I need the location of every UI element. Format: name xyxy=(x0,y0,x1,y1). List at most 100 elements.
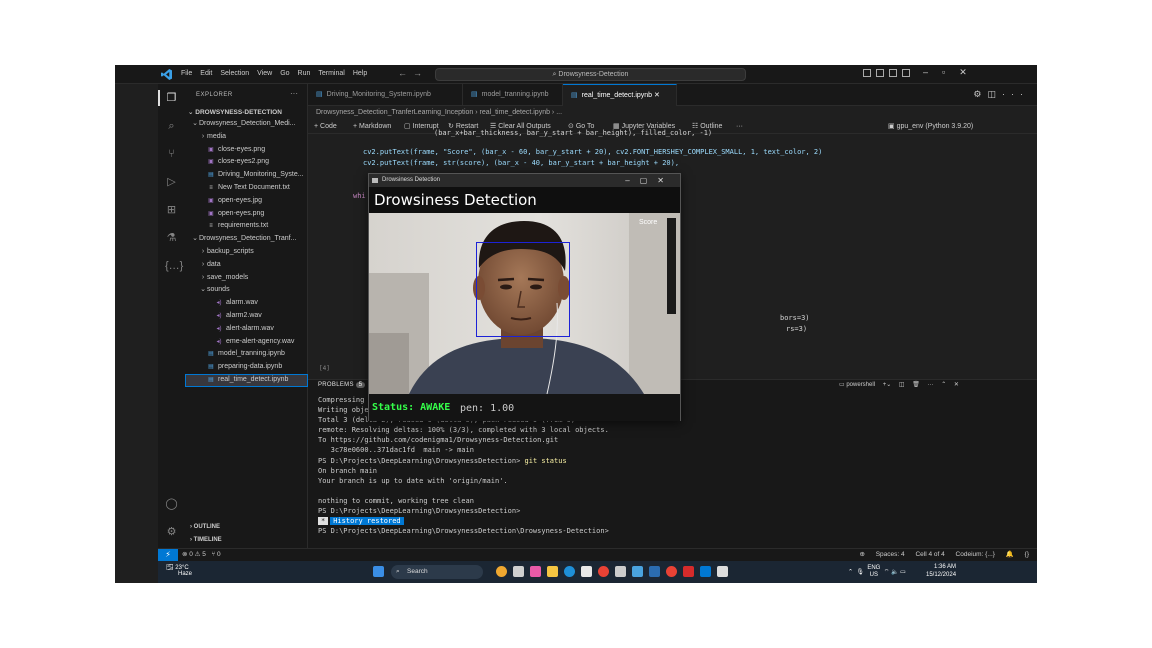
chrome-profile-icon[interactable] xyxy=(666,566,677,577)
maximize-panel-icon[interactable]: ⌃ xyxy=(941,381,946,388)
tree-item[interactable]: ▣ close-eyes.png xyxy=(185,144,308,157)
menu-item-run[interactable]: Run xyxy=(298,70,311,77)
codeium-icon[interactable]: {…} xyxy=(165,260,183,273)
opencv-window[interactable]: Drowsiness Detection –▢✕ Drowsiness Dete… xyxy=(368,173,681,421)
settings-gear-icon[interactable]: ⚙ xyxy=(973,89,987,99)
tab-close-icon[interactable]: ✕ xyxy=(654,92,660,99)
testing-icon[interactable]: ⚗ xyxy=(165,232,178,245)
weather-widget[interactable]: 🌫 23°C Haze xyxy=(166,564,192,577)
tree-item[interactable]: ▤ Driving_Monitoring_Syste... xyxy=(185,169,308,182)
tab-model-tranning[interactable]: ▤ model_tranning.ipynb xyxy=(463,84,563,106)
store-icon[interactable] xyxy=(581,566,592,577)
sidebar-toggle-icon[interactable] xyxy=(876,69,884,77)
indentation-status[interactable]: Spaces: 4 xyxy=(876,551,905,558)
settings-gear-icon[interactable]: ⚙ xyxy=(165,526,178,539)
zoom-icon[interactable]: ⊕ xyxy=(859,551,864,558)
notifications-icon[interactable]: 🔔 xyxy=(1006,551,1014,558)
brackets-icon[interactable]: {} xyxy=(1025,551,1029,558)
tab-driving-monitoring[interactable]: ▤ Driving_Monitoring_System.ipynb xyxy=(308,84,463,106)
chrome-icon[interactable] xyxy=(598,566,609,577)
codeium-status[interactable]: Codeium: {...} xyxy=(956,551,995,558)
tree-item[interactable]: ◂) alarm.wav xyxy=(185,297,308,310)
menu-item-edit[interactable]: Edit xyxy=(200,70,212,77)
new-terminal-icon[interactable]: +⌄ xyxy=(883,381,892,388)
start-icon[interactable] xyxy=(373,566,384,577)
menu-item-view[interactable]: View xyxy=(257,70,272,77)
tree-item[interactable]: ▤ real_time_detect.ipynb xyxy=(185,373,308,387)
file-explorer-icon[interactable] xyxy=(547,566,558,577)
account-icon[interactable]: ◯ xyxy=(165,498,178,511)
tree-item[interactable]: ⌄ Drowsyness_Detection_Tranf... xyxy=(185,233,308,246)
tree-item[interactable]: ◂) alarm2.wav xyxy=(185,310,308,323)
add-code-button[interactable]: + Code xyxy=(314,120,337,134)
panel-toggle-icon[interactable] xyxy=(889,69,897,77)
task-view-icon[interactable] xyxy=(513,566,524,577)
notepad-icon[interactable] xyxy=(615,566,626,577)
close-panel-icon[interactable]: ✕ xyxy=(954,381,959,388)
tree-item[interactable]: ▤ model_tranning.ipynb xyxy=(185,348,308,361)
tree-item[interactable]: › media xyxy=(185,131,308,144)
clock[interactable]: 1:36 AM 15/12/2024 xyxy=(926,563,956,579)
cv-title-bar[interactable]: Drowsiness Detection –▢✕ xyxy=(369,174,680,187)
terminal-prompt[interactable]: PS D:\Projects\DeepLearning\DrowsynessDe… xyxy=(318,526,609,536)
more-actions-icon[interactable]: ··· xyxy=(290,89,298,98)
kernel-picker[interactable]: ▣ gpu_env (Python 3.9.20) xyxy=(888,120,973,134)
wifi-icon[interactable]: ⌔ xyxy=(884,570,890,576)
more-actions-icon[interactable]: ··· xyxy=(1002,89,1029,99)
tree-item[interactable]: ⌄ sounds xyxy=(185,284,308,297)
opencv-taskbar-icon[interactable] xyxy=(717,566,728,577)
workspace-root[interactable]: ⌄ DROWSYNESS-DETECTION xyxy=(188,108,282,116)
menu-item-file[interactable]: File xyxy=(181,70,192,77)
more-icon[interactable]: ··· xyxy=(736,120,743,134)
extensions-icon[interactable]: ⊞ xyxy=(165,204,178,217)
close-icon[interactable]: ✕ xyxy=(959,67,967,78)
minimize-icon[interactable]: – xyxy=(923,67,928,78)
run-debug-icon[interactable]: ▷ xyxy=(165,176,178,189)
tree-item[interactable]: ≡ requirements.txt xyxy=(185,220,308,233)
tree-item[interactable]: ≡ New Text Document.txt xyxy=(185,182,308,195)
calculator-icon[interactable] xyxy=(632,566,643,577)
tree-item[interactable]: › backup_scripts xyxy=(185,246,308,259)
terminal-shell-selector[interactable]: ▭ powershell xyxy=(839,381,875,388)
taskbar-search[interactable]: ⌕ Search xyxy=(391,565,483,579)
command-center-search[interactable]: ⌕ Drowsyness-Detection xyxy=(435,68,746,81)
ports-status[interactable]: ⑂ 0 xyxy=(211,551,220,558)
tree-item[interactable]: ◂) eme-alert-agency.wav xyxy=(185,336,308,349)
battery-icon[interactable]: ▭ xyxy=(900,570,906,576)
timeline-section[interactable]: › TIMELINE xyxy=(190,537,222,543)
mic-icon[interactable]: 🎙 xyxy=(856,570,864,576)
word-icon[interactable] xyxy=(649,566,660,577)
tree-item[interactable]: › data xyxy=(185,259,308,272)
breadcrumb[interactable]: Drowsyness_Detection_TranferLearning_Inc… xyxy=(308,106,1037,120)
explorer-icon[interactable]: ❐ xyxy=(165,92,178,105)
tab-real-time-detect[interactable]: ▤ real_time_detect.ipynb ✕ xyxy=(563,84,677,106)
tray-arrow-icon[interactable]: ⌃ xyxy=(848,570,853,576)
cell-status[interactable]: Cell 4 of 4 xyxy=(915,551,944,558)
menu-item-help[interactable]: Help xyxy=(353,70,367,77)
kill-terminal-icon[interactable]: 🗑 xyxy=(912,381,920,388)
layout-toggle-icon[interactable] xyxy=(863,69,871,77)
search-icon[interactable]: ⌕ xyxy=(165,120,178,133)
menu-item-go[interactable]: Go xyxy=(280,70,289,77)
split-editor-icon[interactable]: ◫ xyxy=(987,89,1002,99)
tree-item[interactable]: ◂) alert-alarm.wav xyxy=(185,323,308,336)
secondary-sidebar-icon[interactable] xyxy=(902,69,910,77)
vscode-taskbar-icon[interactable] xyxy=(700,566,711,577)
tree-item[interactable]: ▤ preparing-data.ipynb xyxy=(185,361,308,374)
maximize-icon[interactable]: ▫ xyxy=(942,67,945,78)
split-terminal-icon[interactable]: ◫ xyxy=(899,381,905,388)
menu-item-terminal[interactable]: Terminal xyxy=(318,70,344,77)
tree-item[interactable]: ⌄ Drowsyness_Detection_Medi... xyxy=(185,118,308,131)
tree-item[interactable]: ▣ open-eyes.png xyxy=(185,208,308,221)
more-actions-icon[interactable]: ··· xyxy=(928,382,934,388)
menu-item-selection[interactable]: Selection xyxy=(220,70,249,77)
edge-icon[interactable] xyxy=(564,566,575,577)
tree-item[interactable]: ▣ open-eyes.jpg xyxy=(185,195,308,208)
cv-window-controls[interactable]: –▢✕ xyxy=(625,174,674,187)
copilot-icon[interactable] xyxy=(496,566,507,577)
copilot-app-icon[interactable] xyxy=(530,566,541,577)
panel-tab-problems[interactable]: PROBLEMS 5 xyxy=(318,382,366,388)
source-control-icon[interactable]: ⑂ xyxy=(165,148,178,161)
nav-arrows-icon[interactable]: ←→ xyxy=(398,68,428,78)
app-icon[interactable] xyxy=(683,566,694,577)
